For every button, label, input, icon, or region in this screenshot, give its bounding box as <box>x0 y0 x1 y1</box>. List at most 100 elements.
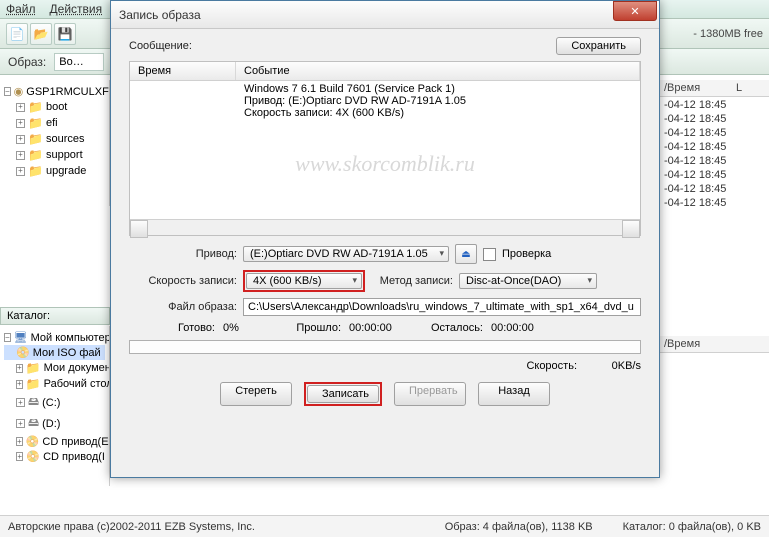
write-highlight: Записать <box>304 382 382 406</box>
tree-root[interactable]: −◉GSP1RMCULXFR <box>4 84 105 99</box>
tree-lower: −🖥Мой компьютер 📀Мои ISO фай +📁Мои докум… <box>0 326 110 486</box>
drive-select[interactable]: (E:)Optiarc DVD RW AD-7191A 1.05 <box>243 246 449 262</box>
dialog-title: Запись образа <box>119 8 201 22</box>
list-row[interactable]: -04-12 18:45 <box>664 98 765 112</box>
expand-icon[interactable]: + <box>16 452 23 461</box>
tree-item[interactable]: +📀CD привод(E <box>4 434 105 449</box>
livespeed-label: Скорость: <box>526 360 577 372</box>
tree-item[interactable]: +📁support <box>4 147 105 163</box>
cd-icon: 📀 <box>16 346 30 359</box>
speed-label: Скорость записи: <box>129 275 237 287</box>
log-table: Время Событие Windows 7 6.1 Build 7601 (… <box>129 61 641 236</box>
watermark: www.skorcomblik.ru <box>295 151 475 177</box>
folder-icon: 📁 <box>26 361 41 375</box>
erase-button[interactable]: Стереть <box>220 382 292 406</box>
remaining-label: Осталось: <box>413 322 483 334</box>
message-label: Сообщение: <box>129 40 192 52</box>
abort-button: Прервать <box>394 382 466 406</box>
tree-item[interactable]: +📁Рабочий стол <box>4 376 105 392</box>
list-row[interactable]: -04-12 18:45 <box>664 196 765 210</box>
catalog-header: Каталог: <box>0 307 110 325</box>
file-path-input[interactable]: C:\Users\Александр\Downloads\ru_windows_… <box>243 298 641 316</box>
save-button[interactable]: Сохранить <box>556 37 641 55</box>
titlebar[interactable]: Запись образа ✕ <box>111 1 659 29</box>
eject-button[interactable]: ⏏ <box>455 244 477 264</box>
drive-icon: 🖴 <box>28 414 39 433</box>
computer-icon: 🖥 <box>14 331 28 344</box>
col-date[interactable]: /Время <box>664 82 736 94</box>
log-row: Привод: (E:)Optiarc DVD RW AD-7191A 1.05 <box>130 95 640 107</box>
toolbar-open-icon[interactable]: 📂 <box>30 23 52 45</box>
expand-icon[interactable]: + <box>16 103 25 112</box>
tree-item[interactable]: +🖴(C:) <box>4 392 105 413</box>
tree-item[interactable]: +🖴(D:) <box>4 413 105 434</box>
verify-checkbox[interactable] <box>483 248 496 261</box>
list-row[interactable]: -04-12 18:45 <box>664 154 765 168</box>
speed-select[interactable]: 4X (600 KB/s) <box>246 273 362 289</box>
speed-highlight: 4X (600 KB/s) <box>243 270 365 292</box>
toolbar-save-icon[interactable]: 💾 <box>54 23 76 45</box>
list-row[interactable]: -04-12 18:45 <box>664 168 765 182</box>
drive-icon: 🖴 <box>28 393 39 412</box>
expand-icon[interactable]: + <box>16 419 25 428</box>
disc-icon: ◉ <box>14 85 24 98</box>
expand-icon[interactable]: + <box>16 398 25 407</box>
folder-icon: 📁 <box>28 116 43 130</box>
cd-drive-icon: 📀 <box>26 450 40 463</box>
folder-icon: 📁 <box>28 132 43 146</box>
expand-icon[interactable]: + <box>16 437 23 446</box>
tree-root-computer[interactable]: −🖥Мой компьютер <box>4 330 105 345</box>
method-label: Метод записи: <box>371 275 453 287</box>
tree-item[interactable]: +📁efi <box>4 115 105 131</box>
toolbar-new-icon[interactable]: 📄 <box>6 23 28 45</box>
expand-icon[interactable]: + <box>16 119 25 128</box>
remaining-value: 00:00:00 <box>491 322 547 334</box>
statusbar: Авторские права (c)2002-2011 EZB Systems… <box>0 515 769 537</box>
col-event[interactable]: Событие <box>236 62 640 80</box>
list-row[interactable]: -04-12 18:45 <box>664 140 765 154</box>
folder-icon: 📁 <box>26 377 41 391</box>
expand-icon[interactable]: + <box>16 151 25 160</box>
method-select[interactable]: Disc-at-Once(DAO) <box>459 273 597 289</box>
expand-icon[interactable]: − <box>4 87 11 96</box>
tree-item[interactable]: +📁upgrade <box>4 163 105 179</box>
list-row[interactable]: -04-12 18:45 <box>664 112 765 126</box>
list-row[interactable]: -04-12 18:45 <box>664 182 765 196</box>
expand-icon[interactable]: + <box>16 364 23 373</box>
file-label: Файл образа: <box>129 301 237 313</box>
tree-item[interactable]: +📀CD привод(I <box>4 449 105 464</box>
status-image: Образ: 4 файла(ов), 1138 KB <box>445 521 593 533</box>
drive-label: Привод: <box>129 248 237 260</box>
tree-item[interactable]: +📁Мои докумен <box>4 360 105 376</box>
expand-icon[interactable]: + <box>16 380 23 389</box>
expand-icon[interactable]: − <box>4 333 11 342</box>
verify-label: Проверка <box>502 248 551 260</box>
image-combo[interactable]: Во… <box>54 53 104 71</box>
close-button[interactable]: ✕ <box>613 1 657 21</box>
ready-label: Готово: <box>129 322 215 334</box>
horizontal-scrollbar[interactable] <box>130 219 640 235</box>
progress-bar <box>129 340 641 354</box>
tree-item-iso[interactable]: 📀Мои ISO фай <box>4 345 105 360</box>
log-row: Скорость записи: 4X (600 KB/s) <box>130 107 640 119</box>
list-row[interactable]: -04-12 18:45 <box>664 126 765 140</box>
tree-upper: −◉GSP1RMCULXFR +📁boot +📁efi +📁sources +📁… <box>0 80 110 206</box>
menu-file[interactable]: Файл <box>6 2 36 16</box>
elapsed-value: 00:00:00 <box>349 322 405 334</box>
col-date-2[interactable]: /Время <box>664 338 700 350</box>
status-copyright: Авторские права (c)2002-2011 EZB Systems… <box>8 521 255 533</box>
tree-item[interactable]: +📁boot <box>4 99 105 115</box>
expand-icon[interactable]: + <box>16 135 25 144</box>
image-label: Образ: <box>8 55 46 69</box>
back-button[interactable]: Назад <box>478 382 550 406</box>
col-time[interactable]: Время <box>130 62 236 80</box>
col-l[interactable]: L <box>736 82 742 94</box>
tree-item[interactable]: +📁sources <box>4 131 105 147</box>
status-catalog: Каталог: 0 файла(ов), 0 KB <box>623 521 761 533</box>
expand-icon[interactable]: + <box>16 167 25 176</box>
write-button[interactable]: Записать <box>307 385 379 403</box>
folder-icon: 📁 <box>28 100 43 114</box>
close-icon: ✕ <box>630 5 639 18</box>
menu-actions[interactable]: Действия <box>50 2 103 16</box>
livespeed-value: 0KB/s <box>585 360 641 372</box>
